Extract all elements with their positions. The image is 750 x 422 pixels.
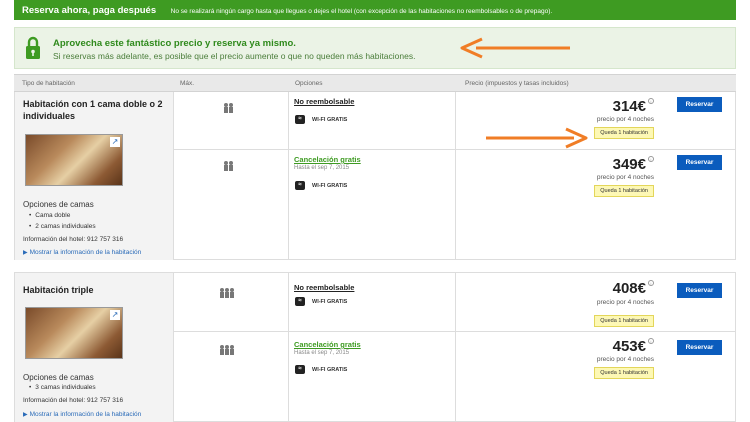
room-photo[interactable]: ↗ bbox=[25, 307, 123, 359]
show-room-info-link[interactable]: ▶ Mostrar la información de la habitación bbox=[23, 411, 141, 418]
col-room-type: Tipo de habitación bbox=[22, 80, 75, 87]
offer-row: Cancelación gratis Hasta el sep 7, 2015 … bbox=[174, 332, 736, 422]
price-value: 453€ bbox=[612, 338, 646, 355]
reserve-button[interactable]: Reservar bbox=[677, 283, 722, 298]
price-value: 408€ bbox=[612, 280, 646, 297]
triangle-right-icon: ▶ bbox=[23, 412, 28, 418]
pay-later-banner: Reserva ahora, paga después No se realiz… bbox=[14, 0, 736, 20]
hotel-info-phone: Información del hotel: 912 757 316 bbox=[23, 397, 124, 404]
show-room-info-label: Mostrar la información de la habitación bbox=[29, 249, 142, 256]
info-icon[interactable]: i bbox=[648, 338, 654, 344]
room-info-cell: Habitación con 1 cama doble o 2 individu… bbox=[14, 92, 174, 260]
reserve-button[interactable]: Reservar bbox=[677, 340, 722, 355]
rooms-left-badge: Queda 1 habitación bbox=[594, 367, 654, 379]
option-deadline: Hasta el sep 7, 2015 bbox=[294, 165, 350, 171]
option-title[interactable]: No reembolsable bbox=[294, 283, 354, 292]
wifi-icon: ≈ bbox=[295, 365, 305, 374]
amenity-label: WI-FI GRATIS bbox=[312, 298, 348, 305]
room-photo[interactable]: ↗ bbox=[25, 134, 123, 186]
amenity-label: WI-FI GRATIS bbox=[312, 366, 348, 373]
offer-row: No reembolsable ≈ WI-FI GRATIS 314€ i prec… bbox=[174, 92, 736, 150]
amenity-wifi: ≈ WI-FI GRATIS bbox=[295, 115, 347, 124]
rooms-table-header: Tipo de habitación Máx. Opciones Precio … bbox=[14, 74, 736, 92]
show-room-info-label: Mostrar la información de la habitación bbox=[29, 411, 142, 418]
room-name: Habitación triple bbox=[23, 285, 94, 295]
amenity-wifi: ≈ WI-FI GRATIS bbox=[295, 181, 347, 190]
price: 408€ i bbox=[613, 280, 654, 297]
price-value: 349€ bbox=[612, 156, 646, 173]
price-nights: precio por 4 noches bbox=[596, 116, 654, 123]
max-persons-icon bbox=[224, 100, 234, 118]
expand-icon[interactable]: ↗ bbox=[110, 310, 120, 320]
price: 349€ i bbox=[613, 156, 654, 173]
offer-row: Cancelación gratis Hasta el sep 7, 2015 … bbox=[174, 150, 736, 260]
pay-later-title: Reserva ahora, paga después bbox=[22, 5, 157, 16]
pay-later-text: No se realizará ningún cargo hasta que l… bbox=[170, 8, 553, 15]
bed-option: 3 camas individuales bbox=[29, 382, 95, 393]
max-persons-icon bbox=[220, 342, 235, 360]
room-block-double: Habitación con 1 cama doble o 2 individu… bbox=[14, 92, 736, 260]
price-value: 314€ bbox=[612, 98, 646, 115]
triangle-right-icon: ▶ bbox=[23, 250, 28, 256]
price-nights: precio por 4 noches bbox=[596, 299, 654, 306]
rooms-left-badge: Queda 1 habitación bbox=[594, 315, 654, 327]
promo-subtitle: Si reservas más adelante, es posible que… bbox=[53, 51, 416, 61]
bed-options-label: Opciones de camas bbox=[23, 200, 94, 209]
room-name: Habitación con 1 cama doble o 2 individu… bbox=[23, 99, 163, 121]
room-block-triple: Habitación triple ↗ Opciones de camas 3 … bbox=[14, 272, 736, 422]
col-options: Opciones bbox=[295, 80, 323, 87]
col-max: Máx. bbox=[180, 80, 195, 87]
wifi-icon: ≈ bbox=[295, 115, 305, 124]
option-title[interactable]: Cancelación gratis bbox=[294, 155, 361, 164]
wifi-icon: ≈ bbox=[295, 181, 305, 190]
bed-options-label: Opciones de camas bbox=[23, 373, 94, 382]
option-deadline: Hasta el sep 7, 2015 bbox=[294, 350, 350, 356]
max-persons-icon bbox=[220, 285, 235, 303]
room-info-cell: Habitación triple ↗ Opciones de camas 3 … bbox=[14, 272, 174, 422]
max-persons-icon bbox=[224, 158, 234, 176]
amenity-wifi: ≈ WI-FI GRATIS bbox=[295, 297, 347, 306]
price-nights: precio por 4 noches bbox=[596, 356, 654, 363]
price: 314€ i bbox=[613, 98, 654, 115]
bed-options-list: 3 camas individuales bbox=[29, 382, 95, 393]
offer-row: No reembolsable ≈ WI-FI GRATIS 408€ i prec… bbox=[174, 272, 736, 332]
option-title[interactable]: No reembolsable bbox=[294, 97, 354, 106]
info-icon[interactable]: i bbox=[648, 98, 654, 104]
bed-option: Cama doble bbox=[29, 210, 96, 221]
rooms-left-badge: Queda 1 habitación bbox=[594, 185, 654, 197]
lock-icon bbox=[26, 36, 40, 59]
wifi-icon: ≈ bbox=[295, 297, 305, 306]
price: 453€ i bbox=[613, 338, 654, 355]
col-price: Precio (impuestos y tasas incluidos) bbox=[465, 80, 569, 87]
amenity-label: WI-FI GRATIS bbox=[312, 182, 348, 189]
hotel-info-phone: Información del hotel: 912 757 316 bbox=[23, 236, 124, 243]
promo-title: Aprovecha este fantástico precio y reser… bbox=[53, 38, 296, 49]
amenity-wifi: ≈ WI-FI GRATIS bbox=[295, 365, 347, 374]
bed-options-list: Cama doble 2 camas individuales bbox=[29, 210, 96, 232]
info-icon[interactable]: i bbox=[648, 280, 654, 286]
price-nights: precio por 4 noches bbox=[596, 174, 654, 181]
rooms-left-badge: Queda 1 habitación bbox=[594, 127, 654, 139]
reserve-button[interactable]: Reservar bbox=[677, 155, 722, 170]
option-title[interactable]: Cancelación gratis bbox=[294, 340, 361, 349]
reserve-button[interactable]: Reservar bbox=[677, 97, 722, 112]
show-room-info-link[interactable]: ▶ Mostrar la información de la habitación bbox=[23, 249, 141, 256]
price-promo-box: Aprovecha este fantástico precio y reser… bbox=[14, 27, 736, 69]
amenity-label: WI-FI GRATIS bbox=[312, 116, 348, 123]
info-icon[interactable]: i bbox=[648, 156, 654, 162]
bed-option: 2 camas individuales bbox=[29, 221, 95, 232]
expand-icon[interactable]: ↗ bbox=[110, 137, 120, 147]
